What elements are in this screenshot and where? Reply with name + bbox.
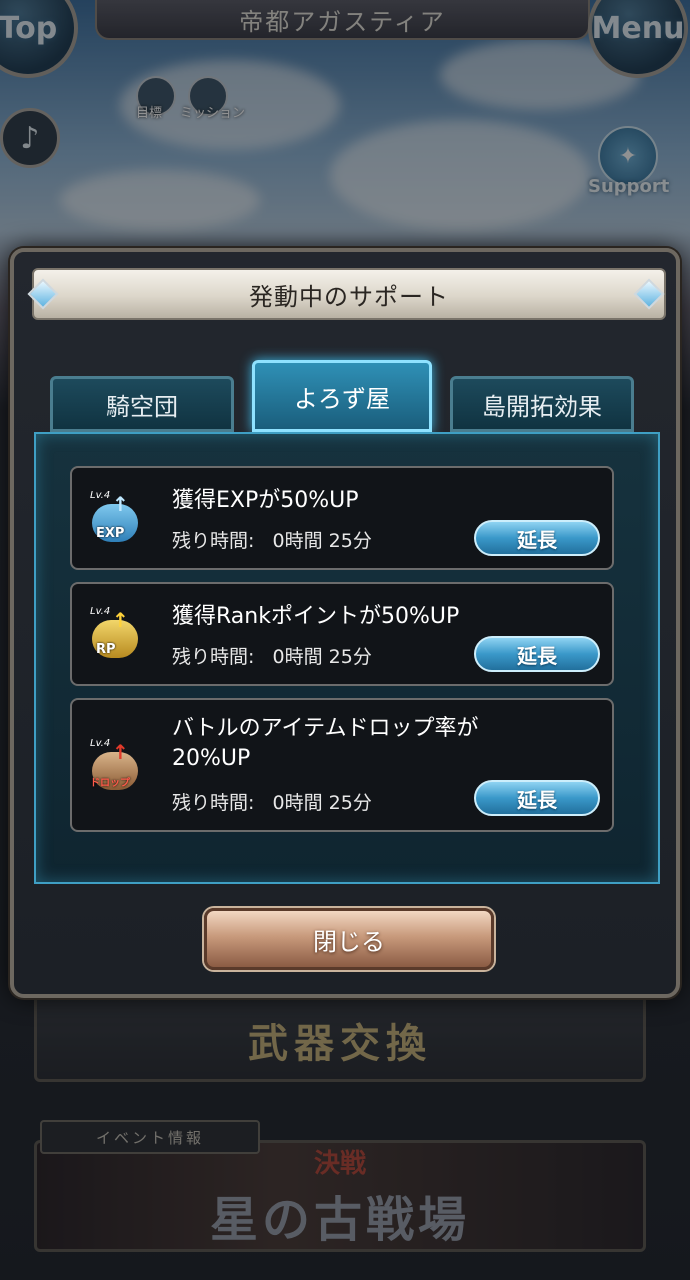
effect-remaining-time: 残り時間: 0時間 25分 <box>172 792 372 814</box>
effect-title-line1: バトルのアイテムドロップ率が <box>172 716 479 741</box>
close-button[interactable]: 閉じる <box>204 908 494 970</box>
tab-shop-label: よろず屋 <box>294 384 390 413</box>
tab-crew[interactable]: 騎空団 <box>50 376 234 432</box>
effect-title: 獲得EXPが50%UP <box>172 488 359 513</box>
item-drop-up-icon: Lv.4 ↑ ドロップ <box>86 738 144 796</box>
modal-title-plate: 発動中のサポート <box>32 268 666 320</box>
close-button-label: 閉じる <box>313 927 385 956</box>
modal-title: 発動中のサポート <box>249 282 449 311</box>
support-effects-panel: Lv.4 ↑ EXP 獲得EXPが50%UP 残り時間: 0時間 25分 延長 … <box>34 432 660 884</box>
effect-card-exp: Lv.4 ↑ EXP 獲得EXPが50%UP 残り時間: 0時間 25分 延長 <box>70 466 614 570</box>
tab-shop[interactable]: よろず屋 <box>252 360 432 432</box>
tab-island[interactable]: 島開拓効果 <box>450 376 634 432</box>
effect-card-item-drop: Lv.4 ↑ ドロップ バトルのアイテムドロップ率が 20%UP 残り時間: 0… <box>70 698 614 832</box>
extend-button[interactable]: 延長 <box>474 636 600 672</box>
tab-crew-label: 騎空団 <box>106 392 178 421</box>
effect-remaining-time: 残り時間: 0時間 25分 <box>172 530 372 552</box>
exp-up-icon: Lv.4 ↑ EXP <box>86 490 144 548</box>
extend-button[interactable]: 延長 <box>474 520 600 556</box>
effect-title: 獲得Rankポイントが50%UP <box>172 604 460 629</box>
effect-title-line2: 20%UP <box>172 746 251 771</box>
effect-card-rank-point: Lv.4 ↑ RP 獲得Rankポイントが50%UP 残り時間: 0時間 25分… <box>70 582 614 686</box>
extend-button[interactable]: 延長 <box>474 780 600 816</box>
tab-island-label: 島開拓効果 <box>482 392 602 421</box>
support-modal: 発動中のサポート 騎空団 よろず屋 島開拓効果 Lv.4 ↑ EXP 獲得EXP… <box>10 248 680 998</box>
effect-remaining-time: 残り時間: 0時間 25分 <box>172 646 372 668</box>
rank-point-up-icon: Lv.4 ↑ RP <box>86 606 144 664</box>
